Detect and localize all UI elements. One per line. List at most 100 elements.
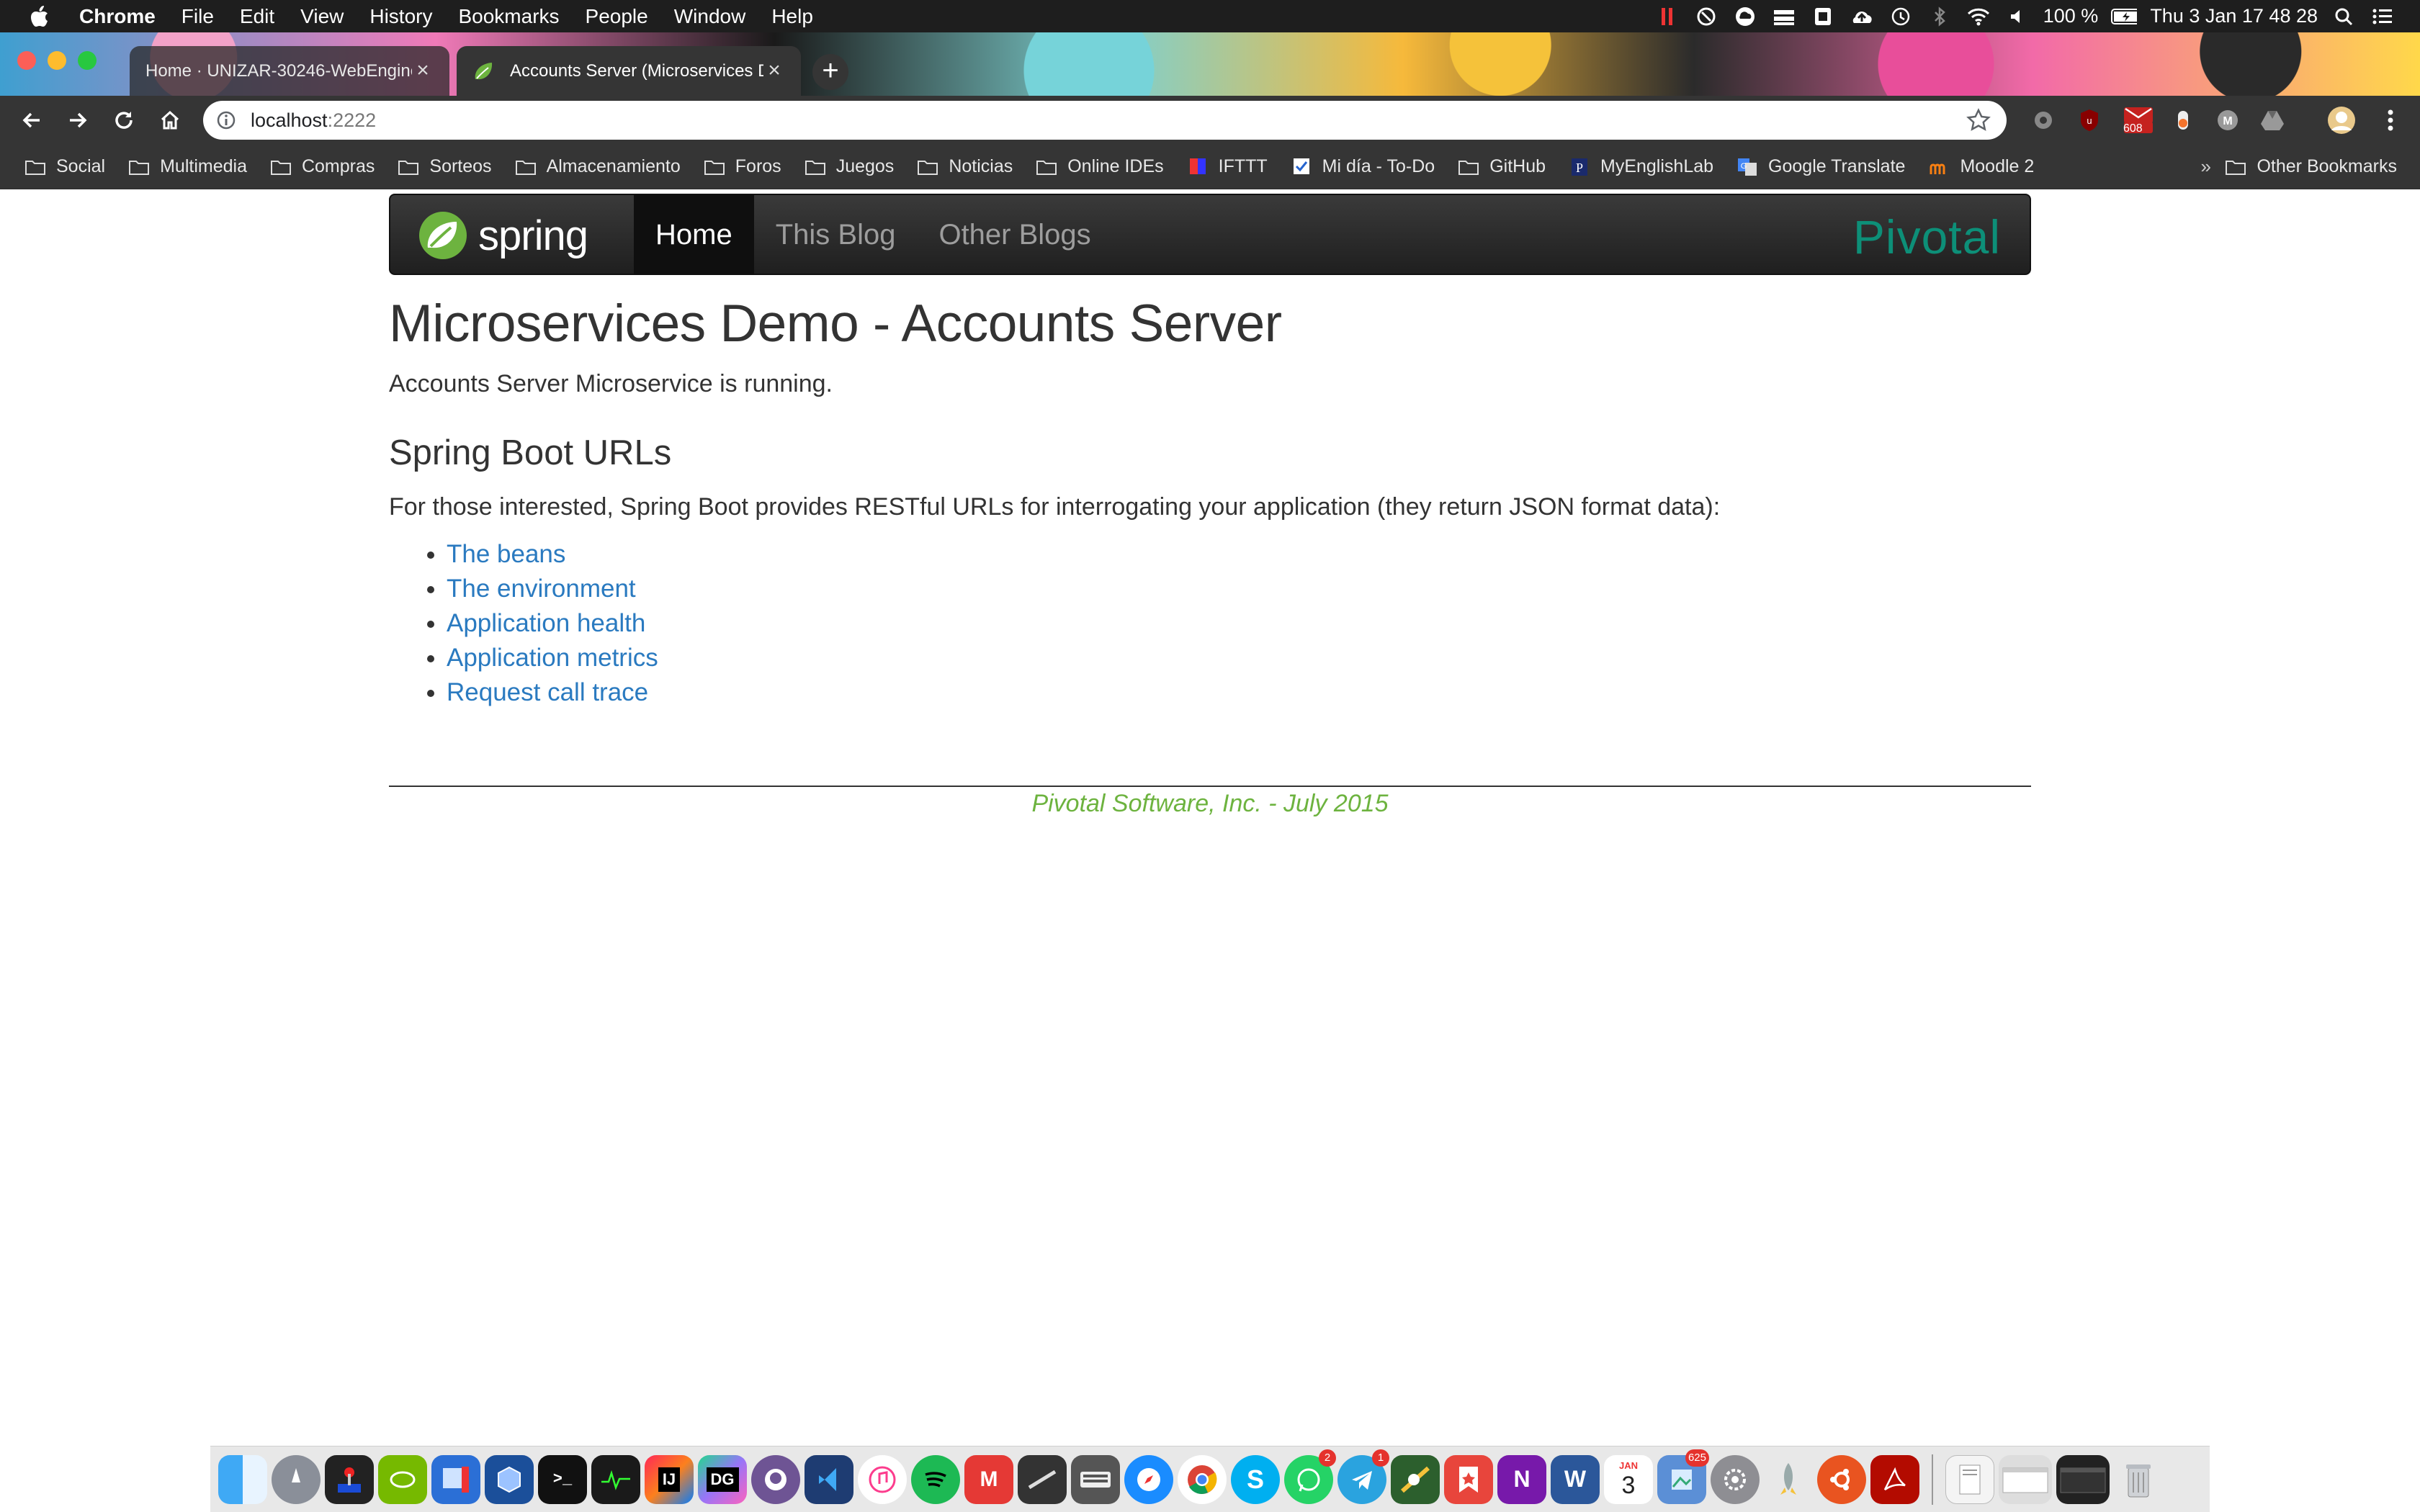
record-icon[interactable] — [2169, 107, 2197, 134]
datagrip-icon[interactable]: DG — [698, 1454, 747, 1504]
tab-close-icon[interactable]: × — [763, 59, 785, 82]
new-tab-button[interactable]: + — [812, 54, 848, 90]
bookmark-folder-multimedia[interactable]: Multimedia — [117, 156, 259, 177]
nav-home[interactable]: Home — [634, 195, 754, 275]
menu-people[interactable]: People — [573, 5, 661, 28]
bookmark-moodle[interactable]: Moodle 2 — [1917, 156, 2045, 177]
reader-icon[interactable] — [1810, 6, 1836, 27]
itunes-icon[interactable] — [858, 1454, 907, 1504]
health-link[interactable]: Application health — [447, 609, 645, 637]
tab-unizar-home[interactable]: Home · UNIZAR-30246-WebEngineering × — [130, 46, 449, 96]
url-text[interactable]: localhost:2222 — [251, 109, 376, 132]
spotify-icon[interactable] — [911, 1454, 960, 1504]
stack-icon[interactable] — [1771, 6, 1797, 27]
nvidia-icon[interactable] — [378, 1454, 427, 1504]
downloads-stack-icon[interactable] — [1945, 1454, 1994, 1504]
preview-icon[interactable]: 625 — [1657, 1449, 1709, 1504]
menu-view[interactable]: View — [287, 5, 357, 28]
bookmark-ifttt[interactable]: IFTTT — [1175, 156, 1279, 177]
spring-logo[interactable]: spring — [418, 208, 588, 263]
activity-monitor-icon[interactable] — [591, 1454, 640, 1504]
trace-link[interactable]: Request call trace — [447, 678, 648, 706]
menu-bar-clock[interactable]: Thu 3 Jan 17 48 28 — [2150, 5, 2318, 27]
m-extension-icon[interactable]: M — [2214, 107, 2241, 134]
bookmark-folder-sorteos[interactable]: Sorteos — [386, 156, 503, 177]
bookmark-folder-online-ides[interactable]: Online IDEs — [1024, 156, 1175, 177]
terminal-icon[interactable]: >_ — [538, 1454, 587, 1504]
menu-history[interactable]: History — [357, 5, 445, 28]
hammer-icon[interactable] — [1693, 6, 1719, 27]
bookmark-star-icon[interactable] — [1966, 108, 1991, 132]
pivotal-logo[interactable]: Pivotal — [1853, 210, 2001, 264]
environment-link[interactable]: The environment — [447, 575, 636, 603]
bookmark-folder-social[interactable]: Social — [13, 156, 117, 177]
reload-button[interactable] — [101, 97, 147, 143]
menu-edit[interactable]: Edit — [227, 5, 287, 28]
other-bookmarks[interactable]: Other Bookmarks — [2213, 156, 2408, 177]
github-desktop-icon[interactable] — [751, 1454, 800, 1504]
forward-button[interactable] — [55, 97, 101, 143]
bookmark-todo[interactable]: Mi día - To-Do — [1279, 156, 1447, 177]
keyboard-tool-icon[interactable] — [1018, 1454, 1067, 1504]
finder-icon[interactable] — [218, 1454, 267, 1504]
beans-link[interactable]: The beans — [447, 540, 565, 568]
bookmark-folder-github[interactable]: GitHub — [1446, 156, 1557, 177]
keyboard-icon[interactable] — [1071, 1454, 1120, 1504]
menu-window[interactable]: Window — [661, 5, 759, 28]
calendar-icon[interactable]: JAN 3 — [1604, 1454, 1653, 1504]
acrobat-icon[interactable] — [1870, 1454, 1919, 1504]
window-manager-icon[interactable] — [431, 1454, 480, 1504]
ubuntu-icon[interactable] — [1817, 1454, 1866, 1504]
tab-accounts-server[interactable]: Accounts Server (Microservices Demo) × — [457, 46, 801, 96]
bluetooth-icon[interactable] — [1927, 6, 1953, 27]
extension-puzzle-icon[interactable] — [2030, 107, 2057, 134]
intellij-icon[interactable]: IJ — [645, 1454, 694, 1504]
joystick-icon[interactable] — [325, 1454, 374, 1504]
menu-bookmarks[interactable]: Bookmarks — [445, 5, 572, 28]
bookmark-google-translate[interactable]: G Google Translate — [1725, 156, 1917, 177]
close-window-button[interactable] — [17, 51, 36, 70]
vscode-icon[interactable] — [805, 1454, 853, 1504]
safari-icon[interactable] — [1124, 1454, 1173, 1504]
address-bar[interactable]: localhost:2222 — [203, 101, 2007, 140]
zoom-window-button[interactable] — [78, 51, 97, 70]
java-window-thumbnail[interactable] — [2056, 1454, 2110, 1504]
minimize-window-button[interactable] — [48, 51, 66, 70]
time-machine-icon[interactable] — [1888, 6, 1914, 27]
airmail-icon[interactable]: M — [964, 1454, 1013, 1504]
wifi-icon[interactable] — [1966, 6, 1991, 27]
menu-app-name[interactable]: Chrome — [79, 5, 169, 28]
bookmark-myenglishlab[interactable]: P MyEnglishLab — [1557, 156, 1725, 177]
profile-avatar[interactable] — [2326, 105, 2357, 135]
bookmarks-overflow-chevron[interactable]: » — [2201, 156, 2211, 178]
cloud-icon[interactable] — [1732, 6, 1758, 27]
bookmark-folder-compras[interactable]: Compras — [259, 156, 386, 177]
pause-icon[interactable] — [1654, 6, 1680, 27]
notification-center-icon[interactable] — [2370, 6, 2396, 27]
minimized-window-thumbnail[interactable] — [1999, 1454, 2052, 1504]
bookmark-folder-juegos[interactable]: Juegos — [793, 156, 906, 177]
nav-this-blog[interactable]: This Blog — [754, 195, 918, 275]
onenote-icon[interactable]: N — [1497, 1454, 1546, 1504]
rocket-typist-icon[interactable] — [1764, 1455, 1813, 1504]
drive-icon[interactable] — [2259, 107, 2286, 134]
gmail-checker-icon[interactable]: 608 — [2120, 107, 2156, 135]
metrics-link[interactable]: Application metrics — [447, 644, 658, 672]
apple-menu-icon[interactable] — [0, 5, 79, 27]
system-preferences-icon[interactable] — [1711, 1454, 1760, 1504]
bookmark-folder-almacenamiento[interactable]: Almacenamiento — [503, 156, 692, 177]
bookmark-folder-noticias[interactable]: Noticias — [905, 156, 1024, 177]
launchpad-icon[interactable] — [272, 1454, 321, 1504]
menu-help[interactable]: Help — [758, 5, 826, 28]
trash-icon[interactable] — [2114, 1455, 2163, 1504]
virtualbox-icon[interactable] — [485, 1454, 534, 1504]
back-button[interactable] — [9, 97, 55, 143]
chrome-menu-icon[interactable] — [2377, 107, 2404, 134]
chrome-icon[interactable] — [1178, 1454, 1227, 1504]
skype-icon[interactable]: S — [1231, 1454, 1280, 1504]
java-app-icon[interactable] — [1391, 1454, 1440, 1504]
whatsapp-icon[interactable]: 2 — [1284, 1449, 1336, 1504]
upload-cloud-icon[interactable] — [1849, 6, 1875, 27]
battery-icon[interactable] — [2111, 6, 2138, 27]
spotlight-search-icon[interactable] — [2331, 6, 2357, 27]
